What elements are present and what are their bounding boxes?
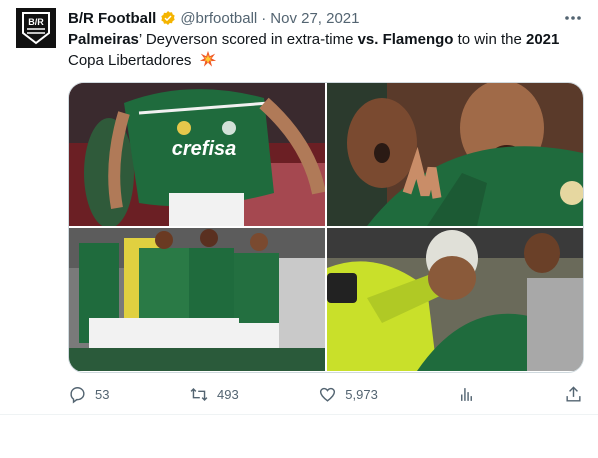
share-button[interactable] — [564, 385, 583, 404]
retweet-icon — [189, 385, 209, 404]
tweet-actions: 53 493 5,973 — [68, 382, 583, 406]
like-button[interactable]: 5,973 — [318, 385, 378, 404]
more-options-icon[interactable] — [564, 10, 582, 24]
divider — [0, 414, 598, 415]
photo-4[interactable] — [327, 228, 583, 371]
tweet-line2: Copa Libertadores — [68, 52, 192, 69]
br-logo-icon: B/R — [22, 12, 50, 45]
avatar[interactable]: B/R — [16, 8, 56, 48]
media-grid: crefisa — [68, 82, 584, 373]
tweet-year: 2021 — [525, 31, 560, 48]
tweet-text: Palmeiras’ Deyverson scored in extra-tim… — [68, 30, 583, 74]
views-button[interactable] — [457, 385, 484, 404]
tweet-date[interactable]: Nov 27, 2021 — [270, 10, 359, 27]
photo-3[interactable] — [69, 228, 325, 371]
tweet-team1: Palmeiras — [68, 31, 139, 48]
tweet-part1: ’ Deyverson scored in extra-time — [138, 31, 358, 48]
separator-dot: · — [261, 9, 267, 27]
photo-2[interactable] — [327, 83, 583, 226]
jersey-sponsor-text: crefisa — [172, 138, 237, 160]
retweet-button[interactable]: 493 — [189, 385, 239, 404]
verified-badge-icon[interactable] — [160, 10, 176, 26]
views-icon — [457, 385, 476, 404]
account-handle[interactable]: @brfootball — [180, 10, 257, 27]
photo-1[interactable]: crefisa — [69, 83, 325, 226]
account-name[interactable]: B/R Football — [68, 10, 156, 27]
reply-button[interactable]: 53 — [68, 385, 109, 404]
reply-icon — [68, 385, 87, 404]
like-count: 5,973 — [345, 386, 378, 402]
tweet-part2: to win the — [453, 31, 526, 48]
share-icon — [564, 385, 583, 404]
tweet-header: B/R Football @brfootball · Nov 27, 2021 — [68, 8, 578, 28]
avatar-text: B/R — [28, 17, 44, 27]
reply-count: 53 — [95, 386, 110, 402]
tweet-vs: vs. Flamengo — [357, 31, 454, 48]
retweet-count: 493 — [217, 386, 239, 402]
like-icon — [318, 385, 337, 404]
collision-emoji-icon — [199, 50, 217, 74]
